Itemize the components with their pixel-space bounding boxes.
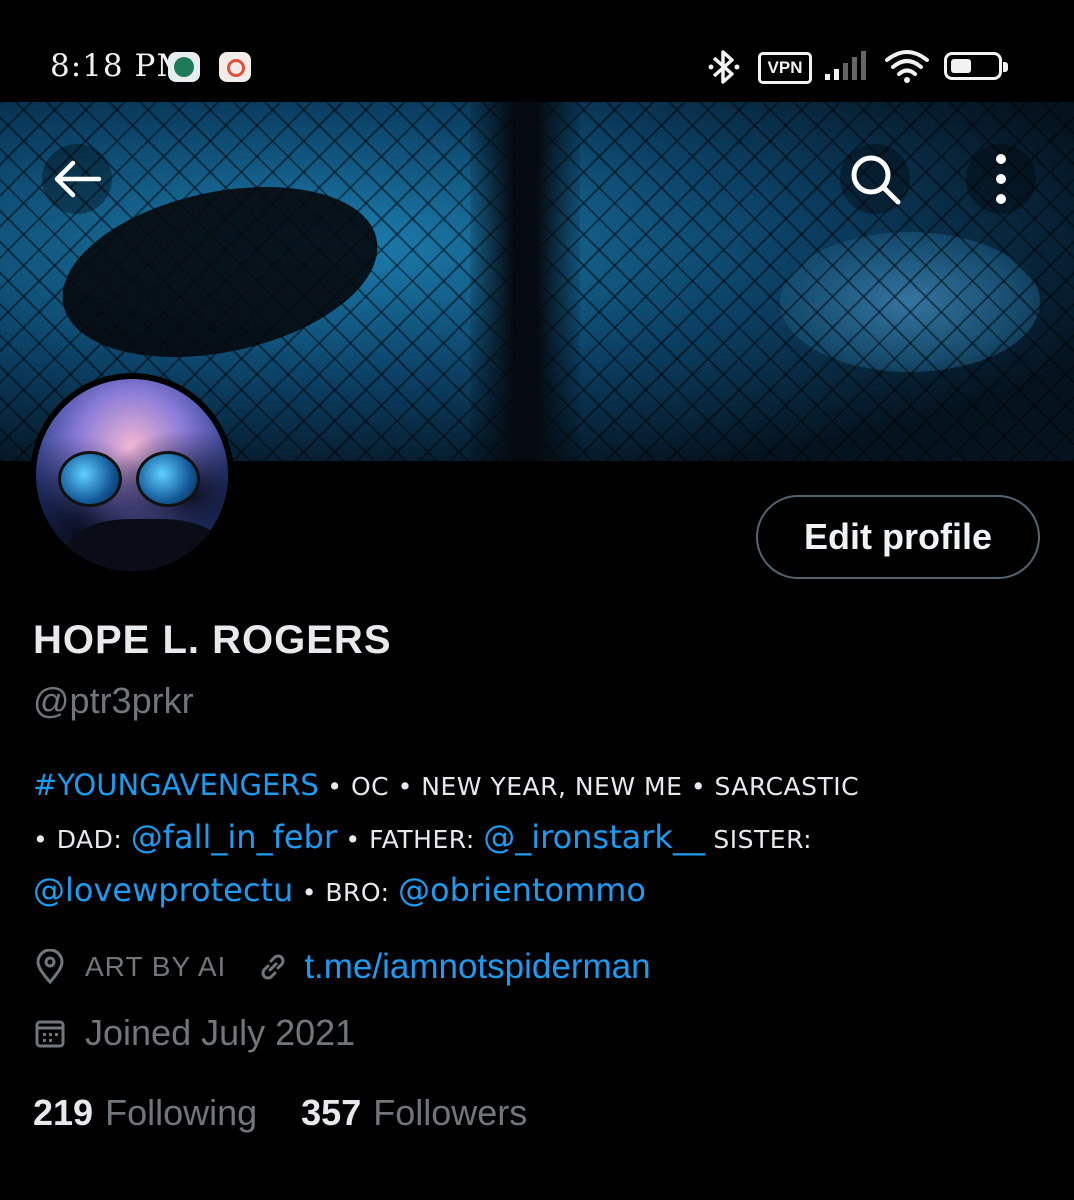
status-bar: 8:18 PM VPN [0, 0, 1074, 102]
earth-app-icon [168, 52, 200, 82]
bluetooth-icon [708, 50, 740, 84]
arrow-left-icon [54, 160, 102, 198]
followers-label: Followers [373, 1092, 528, 1133]
follow-stats: 219 Following 357 Followers [33, 1092, 527, 1134]
profile-bio: #YOUNGAVENGERS • OC • NEW YEAR, NEW ME •… [33, 760, 1043, 918]
mention-link[interactable]: @lovewprotectu [33, 871, 293, 909]
vpn-icon: VPN [758, 52, 812, 84]
avatar-image [36, 379, 228, 571]
avatar[interactable] [30, 373, 234, 577]
bio-text: SISTER: [704, 825, 813, 854]
location-pin-icon [36, 949, 64, 985]
bio-text: • DAD: [33, 825, 131, 854]
edit-profile-button[interactable]: Edit profile [756, 495, 1040, 579]
signal-icon [825, 51, 866, 80]
bio-text: • BRO: [293, 878, 399, 907]
followers-count: 357 [301, 1092, 362, 1133]
hashtag-link[interactable]: #YOUNGAVENGERS [33, 768, 319, 802]
calendar-icon [35, 1020, 65, 1048]
more-options-button[interactable] [966, 144, 1036, 214]
battery-level [951, 59, 971, 73]
user-handle: @ptr3prkr [33, 680, 194, 721]
display-name: HOPE L. ROGERS [33, 618, 392, 662]
camera-app-icon [219, 52, 251, 82]
profile-meta: ART BY AI t.me/iamnotspiderman [33, 945, 651, 989]
followers-link[interactable]: 357 Followers [301, 1092, 527, 1134]
back-button[interactable] [42, 144, 112, 214]
location-text: ART BY AI [85, 951, 227, 982]
mention-link[interactable]: @obrientommo [398, 871, 646, 909]
bio-text: • FATHER: [336, 825, 484, 854]
search-button[interactable] [840, 144, 910, 214]
mention-link[interactable]: @_ironstark__ [483, 818, 705, 856]
battery-icon [944, 52, 1008, 80]
joined-date: Joined July 2021 [33, 1010, 355, 1056]
following-label: Following [105, 1092, 258, 1133]
bio-text: • OC • NEW YEAR, NEW ME • SARCASTIC [318, 772, 860, 801]
mention-link[interactable]: @fall_in_febr [131, 818, 337, 856]
link-icon [261, 954, 285, 980]
following-link[interactable]: 219 Following [33, 1092, 257, 1134]
following-count: 219 [33, 1092, 94, 1133]
wifi-icon [885, 50, 929, 83]
joined-text: Joined July 2021 [85, 1012, 356, 1053]
website-link[interactable]: t.me/iamnotspiderman [304, 947, 650, 987]
more-vertical-icon [996, 154, 1006, 204]
search-icon [851, 155, 901, 205]
